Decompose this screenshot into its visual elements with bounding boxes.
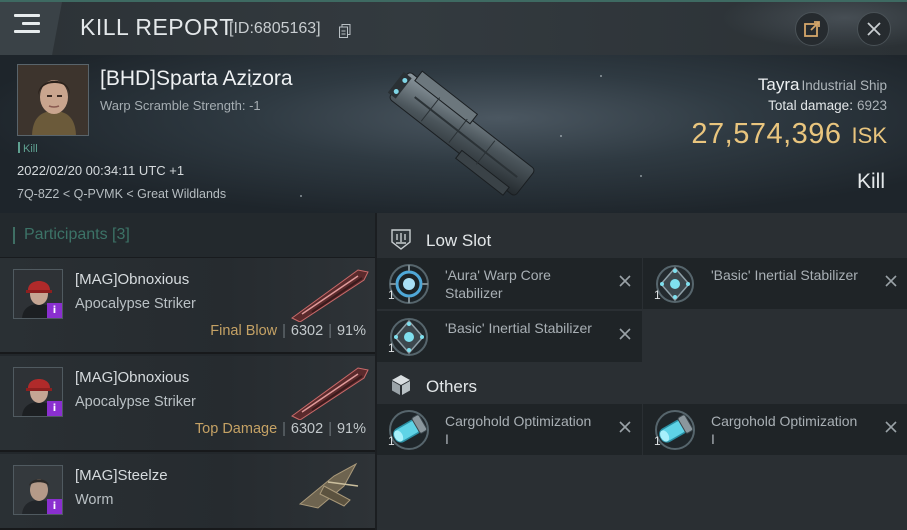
module-name: 'Basic' Inertial Stabilizer	[711, 267, 858, 283]
module-quantity: 1	[654, 434, 661, 448]
participant-ship-image[interactable]	[294, 456, 364, 514]
share-button[interactable]	[795, 12, 829, 46]
share-icon	[804, 21, 820, 37]
participants-header: Participants [3]	[0, 213, 375, 258]
module-quantity: 1	[388, 341, 395, 355]
participants-panel: Participants [3] i [MAG]Obnoxious Apocal…	[0, 213, 375, 530]
module-quantity: 1	[388, 288, 395, 302]
module-name: Cargohold Optimization I	[445, 413, 592, 447]
victim-portrait[interactable]	[17, 64, 89, 136]
participant-row[interactable]: i [MAG]Obnoxious Apocalypse Striker Fina…	[0, 258, 375, 354]
corp-badge: i	[47, 303, 62, 318]
ship-class: Industrial Ship	[801, 78, 887, 93]
close-icon[interactable]	[618, 327, 632, 341]
total-damage-label: Total damage:	[768, 98, 853, 113]
ship-name: Tayra	[757, 75, 800, 94]
low-slot-icon	[391, 229, 411, 250]
final-blow-tag: Final Blow	[210, 323, 278, 339]
participant-name[interactable]: [MAG]Obnoxious	[75, 369, 189, 386]
participant-stats: Final Blow | 6302 | 91%	[210, 323, 366, 339]
others-label: Others	[426, 377, 478, 396]
kill-location[interactable]: 7Q-8Z2 < Q-PVMK < Great Wildlands	[17, 187, 226, 201]
victim-banner: [BHD]Sparta Azizora Warp Scramble Streng…	[0, 55, 907, 213]
page-title: KILL REPORT	[80, 14, 234, 40]
module-item[interactable]: 1 Cargohold Optimization I	[377, 404, 642, 455]
module-item[interactable]: 1 'Aura' Warp Core Stabilizer	[377, 258, 642, 309]
module-quantity: 1	[654, 288, 661, 302]
menu-tab[interactable]	[0, 2, 62, 55]
participant-percent: 91%	[336, 323, 366, 339]
close-button[interactable]	[857, 12, 891, 46]
isk-unit: ISK	[851, 123, 887, 148]
low-slot-label: Low Slot	[426, 231, 492, 250]
participant-percent: 91%	[336, 421, 366, 437]
top-damage-tag: Top Damage	[194, 421, 278, 437]
total-damage-value: 6923	[856, 98, 887, 113]
close-icon[interactable]	[884, 274, 898, 288]
participant-damage: 6302	[290, 323, 324, 339]
fitting-panel: Low Slot 1 'Aura' Warp Core Stabilizer 1…	[377, 213, 907, 530]
victim-name[interactable]: [BHD]Sparta Azizora	[100, 67, 293, 91]
participant-damage: 6302	[290, 421, 324, 437]
module-name: 'Basic' Inertial Stabilizer	[445, 320, 592, 336]
close-icon	[867, 22, 881, 36]
header-bar: KILL REPORT [ID:6805163]	[0, 0, 907, 55]
copy-icon[interactable]	[339, 24, 351, 38]
participant-ship-image[interactable]	[288, 362, 372, 420]
close-icon[interactable]	[618, 420, 632, 434]
participant-name[interactable]: [MAG]Steelze	[75, 467, 168, 484]
module-name: 'Aura' Warp Core Stabilizer	[445, 267, 551, 301]
warp-scramble-strength: Warp Scramble Strength: -1	[100, 98, 261, 113]
isk-amount: 27,574,396	[691, 118, 842, 150]
others-header: Others	[377, 363, 907, 407]
participant-row[interactable]: i [MAG]Steelze Worm	[0, 454, 375, 530]
low-slot-header: Low Slot	[377, 217, 907, 261]
close-icon[interactable]	[884, 420, 898, 434]
victim-ship-name[interactable]: Tayra Industrial Ship	[758, 75, 887, 95]
cube-icon	[392, 375, 410, 395]
close-icon[interactable]	[618, 274, 632, 288]
result-label: Kill	[856, 170, 885, 193]
module-item[interactable]: 1 'Basic' Inertial Stabilizer	[377, 311, 642, 362]
participant-ship: Worm	[75, 492, 114, 508]
participant-stats: Top Damage | 6302 | 91%	[194, 421, 366, 437]
module-item[interactable]: 1 Cargohold Optimization I	[643, 404, 907, 455]
participants-title: Participants [3]	[24, 226, 130, 243]
participant-ship: Apocalypse Striker	[75, 296, 196, 312]
menu-icon[interactable]	[14, 14, 40, 36]
participant-row[interactable]: i [MAG]Obnoxious Apocalypse Striker Top …	[0, 356, 375, 452]
kill-tag: Kill	[18, 142, 38, 155]
kill-datetime: 2022/02/20 00:34:11 UTC +1	[17, 163, 185, 178]
victim-ship-image[interactable]	[362, 55, 562, 213]
total-damage: Total damage: 6923	[768, 98, 887, 113]
participant-ship: Apocalypse Striker	[75, 394, 196, 410]
module-name: Cargohold Optimization I	[711, 413, 858, 447]
module-quantity: 1	[388, 434, 395, 448]
corp-badge: i	[47, 499, 62, 514]
report-id: [ID:6805163]	[229, 20, 321, 37]
participant-ship-image[interactable]	[288, 264, 372, 322]
participant-name[interactable]: [MAG]Obnoxious	[75, 271, 189, 288]
isk-value: 27,574,396 ISK	[691, 118, 887, 151]
module-item[interactable]: 1 'Basic' Inertial Stabilizer	[643, 258, 907, 309]
corp-badge: i	[47, 401, 62, 416]
